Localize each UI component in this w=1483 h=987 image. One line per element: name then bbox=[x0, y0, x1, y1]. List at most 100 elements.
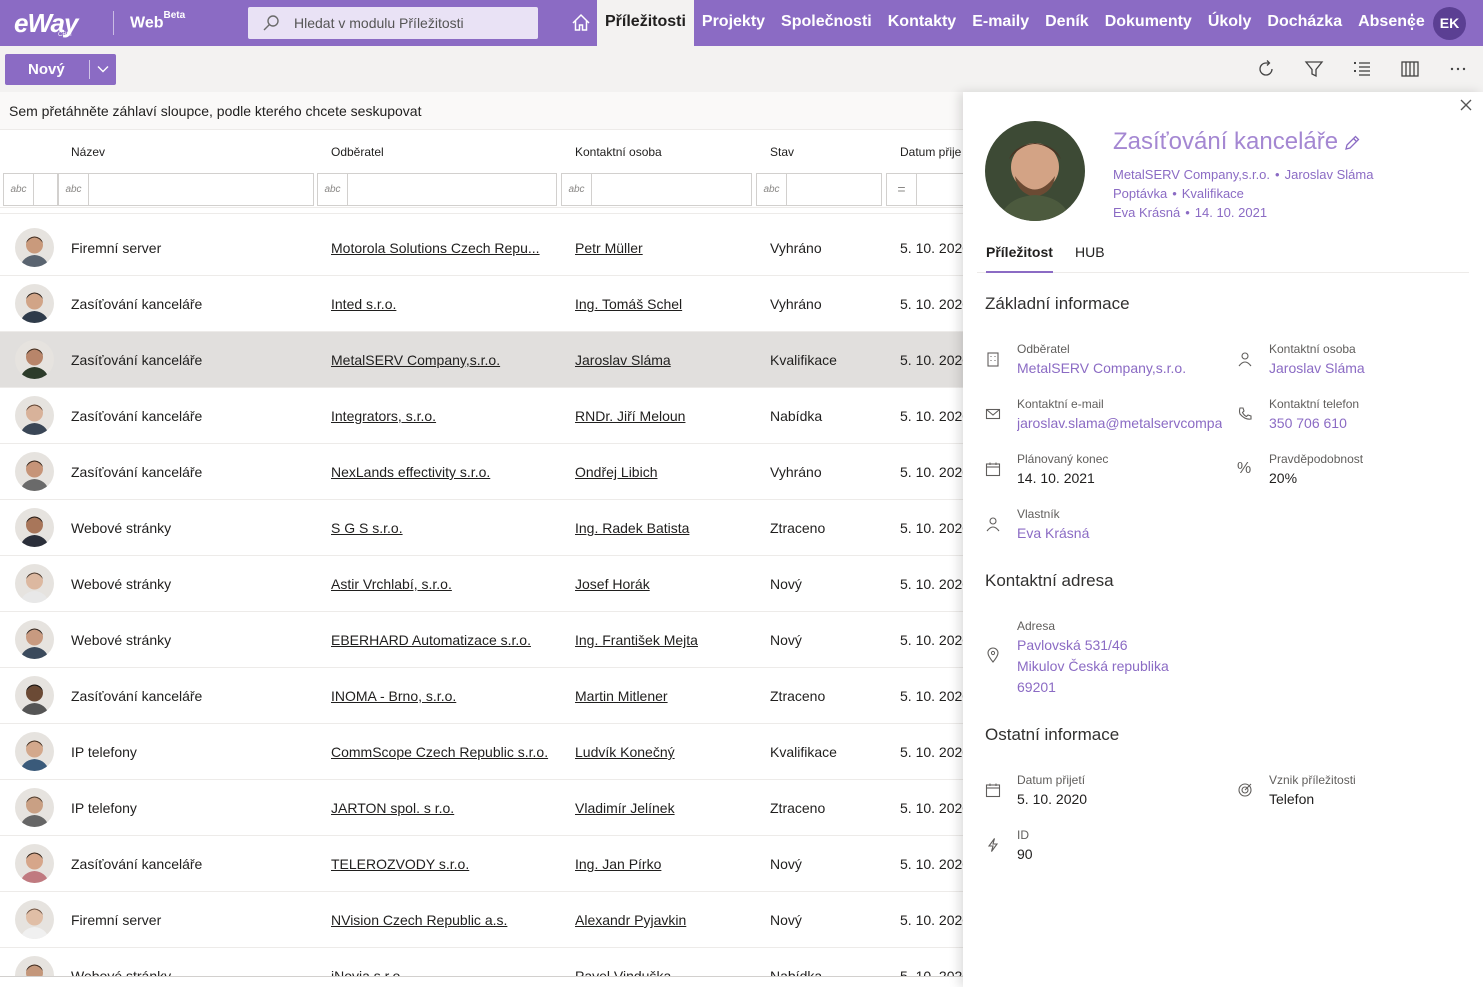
cell-contact-link[interactable]: Ing. František Mejta bbox=[575, 632, 760, 648]
table-row[interactable]: Zasíťování kanceláře NexLands effectivity… bbox=[0, 444, 965, 500]
nav-item-4[interactable]: E-maily bbox=[964, 0, 1037, 46]
address-line-zip[interactable]: 69201 bbox=[1017, 679, 1056, 695]
new-button[interactable]: Nový bbox=[5, 54, 116, 85]
cell-customer-link[interactable]: S G S s.r.o. bbox=[331, 520, 561, 536]
app-logo[interactable]: eWay CRM bbox=[8, 6, 92, 40]
cell-customer-link[interactable]: Inted s.r.o. bbox=[331, 296, 561, 312]
cell-contact-link[interactable]: Ondřej Libich bbox=[575, 464, 760, 480]
cell-contact-link[interactable]: Martin Mitlener bbox=[575, 688, 760, 704]
column-header-state[interactable]: Stav bbox=[770, 145, 794, 159]
table-row[interactable]: Firemní server NVision Czech Republic a.s… bbox=[0, 892, 965, 948]
filter-photo[interactable]: abc bbox=[3, 173, 58, 206]
text-filter-icon: abc bbox=[4, 174, 34, 205]
cell-customer-link[interactable]: EBERHARD Automatizace s.r.o. bbox=[331, 632, 561, 648]
meta-date: 14. 10. 2021 bbox=[1194, 205, 1268, 220]
field-source-value: Telefon bbox=[1269, 791, 1315, 807]
table-row[interactable]: IP telefony CommScope Czech Republic s.r.… bbox=[0, 724, 965, 780]
filter-contact[interactable]: abc bbox=[561, 173, 752, 206]
cell-customer-link[interactable]: NexLands effectivity s.r.o. bbox=[331, 464, 561, 480]
field-owner-value[interactable]: Eva Krásná bbox=[1017, 525, 1222, 541]
filter-date[interactable]: = bbox=[886, 173, 966, 206]
filter-icon[interactable] bbox=[1304, 59, 1324, 79]
table-row[interactable]: Zasíťování kanceláře INOMA - Brno, s.r.o.… bbox=[0, 668, 965, 724]
field-email-value[interactable]: jaroslav.slama@metalservcompany.cz bbox=[1017, 415, 1222, 431]
cell-contact-link[interactable]: Alexandr Pyjavkin bbox=[575, 912, 760, 928]
address-line-street[interactable]: Pavlovská 531/46 bbox=[1017, 637, 1128, 653]
table-row[interactable]: Webové stránky Astir Vrchlabí, s.r.o. Jose… bbox=[0, 556, 965, 612]
cell-contact-link[interactable]: Petr Müller bbox=[575, 240, 760, 256]
nav-item-8[interactable]: Docházka bbox=[1259, 0, 1350, 46]
meta-contact-link[interactable]: Jaroslav Sláma bbox=[1285, 167, 1374, 182]
column-header-date[interactable]: Datum přije bbox=[900, 145, 961, 159]
cell-customer-link[interactable]: TELEROZVODY s.r.o. bbox=[331, 856, 561, 872]
table-row[interactable]: Webové stránky S G S s.r.o. Ing. Radek Bat… bbox=[0, 500, 965, 556]
cell-customer-link[interactable]: iNovia s.r.o. bbox=[331, 968, 561, 976]
group-by-hint[interactable]: Sem přetáhněte záhlaví sloupce, podle kt… bbox=[0, 92, 965, 130]
meta-owner-link[interactable]: Eva Krásná bbox=[1113, 205, 1180, 220]
more-horizontal-icon[interactable] bbox=[1448, 59, 1468, 79]
detail-meta-line-1: MetalSERV Company,s.r.o. • Jaroslav Sláma bbox=[1113, 167, 1373, 182]
table-row[interactable]: Zasíťování kanceláře TELEROZVODY s.r.o. In… bbox=[0, 836, 965, 892]
table-row[interactable]: Zasíťování kanceláře Inted s.r.o. Ing. Tom… bbox=[0, 276, 965, 332]
tab-opportunity[interactable]: Příležitost bbox=[986, 244, 1053, 273]
refresh-icon[interactable] bbox=[1256, 59, 1276, 79]
cell-customer-link[interactable]: MetalSERV Company,s.r.o. bbox=[331, 352, 561, 368]
cell-contact-link[interactable]: Ing. Tomáš Schel bbox=[575, 296, 760, 312]
table-row[interactable]: Webové stránky EBERHARD Automatizace s.r.… bbox=[0, 612, 965, 668]
nav-item-6[interactable]: Dokumenty bbox=[1097, 0, 1200, 46]
chevron-down-icon[interactable] bbox=[96, 62, 110, 76]
table-row[interactable]: IP telefony JARTON spol. s r.o. Vladimír J… bbox=[0, 780, 965, 836]
cell-date: 5. 10. 2020 bbox=[900, 520, 965, 536]
cell-customer-link[interactable]: CommScope Czech Republic s.r.o. bbox=[331, 744, 561, 760]
edit-pencil-icon[interactable] bbox=[1343, 134, 1361, 152]
table-row[interactable] bbox=[0, 208, 965, 214]
tab-hub[interactable]: HUB bbox=[1075, 244, 1105, 260]
column-header-name[interactable]: Název bbox=[71, 145, 105, 159]
home-icon[interactable] bbox=[570, 12, 592, 34]
cell-contact-link[interactable]: Josef Horák bbox=[575, 576, 760, 592]
cell-customer-link[interactable]: JARTON spol. s r.o. bbox=[331, 800, 561, 816]
list-view-icon[interactable] bbox=[1352, 59, 1372, 79]
nav-item-7[interactable]: Úkoly bbox=[1200, 0, 1260, 46]
field-contact-value[interactable]: Jaroslav Sláma bbox=[1269, 360, 1474, 376]
cell-contact-link[interactable]: Ing. Radek Batista bbox=[575, 520, 760, 536]
column-view-icon[interactable] bbox=[1400, 59, 1420, 79]
horizontal-scrollbar[interactable] bbox=[0, 976, 965, 987]
filter-name[interactable]: abc bbox=[58, 173, 314, 206]
more-vertical-icon[interactable]: ⋮ bbox=[1402, 11, 1422, 35]
nav-item-5[interactable]: Deník bbox=[1037, 0, 1097, 46]
cell-state: Ztraceno bbox=[770, 520, 826, 536]
mail-icon bbox=[985, 408, 1001, 420]
cell-contact-link[interactable]: Ludvík Konečný bbox=[575, 744, 760, 760]
column-header-customer[interactable]: Odběratel bbox=[331, 145, 384, 159]
cell-customer-link[interactable]: INOMA - Brno, s.r.o. bbox=[331, 688, 561, 704]
table-row[interactable]: Zasíťování kanceláře MetalSERV Company,s.… bbox=[0, 332, 965, 388]
cell-contact-link[interactable]: Vladimír Jelínek bbox=[575, 800, 760, 816]
search-box[interactable] bbox=[248, 7, 538, 39]
table-row[interactable]: Firemní server Motorola Solutions Czech R… bbox=[0, 220, 965, 276]
field-customer-value[interactable]: MetalSERV Company,s.r.o. bbox=[1017, 360, 1222, 376]
filter-customer[interactable]: abc bbox=[317, 173, 557, 206]
cell-customer-link[interactable]: Astir Vrchlabí, s.r.o. bbox=[331, 576, 561, 592]
field-phone-value[interactable]: 350 706 610 bbox=[1269, 415, 1474, 431]
meta-customer-link[interactable]: MetalSERV Company,s.r.o. bbox=[1113, 167, 1270, 182]
search-input[interactable] bbox=[294, 13, 529, 33]
nav-item-1[interactable]: Projekty bbox=[694, 0, 773, 46]
cell-customer-link[interactable]: NVision Czech Republic a.s. bbox=[331, 912, 561, 928]
close-icon[interactable] bbox=[1459, 98, 1473, 112]
column-header-contact[interactable]: Kontaktní osoba bbox=[575, 145, 662, 159]
user-avatar[interactable]: EK bbox=[1433, 7, 1466, 40]
cell-customer-link[interactable]: Motorola Solutions Czech Repu... bbox=[331, 240, 561, 256]
cell-contact-link[interactable]: Jaroslav Sláma bbox=[575, 352, 760, 368]
filter-state[interactable]: abc bbox=[756, 173, 882, 206]
cell-contact-link[interactable]: Pavel Vinduška bbox=[575, 968, 760, 976]
nav-item-0[interactable]: Příležitosti bbox=[597, 0, 694, 46]
cell-customer-link[interactable]: Integrators, s.r.o. bbox=[331, 408, 561, 424]
cell-contact-link[interactable]: RNDr. Jiří Meloun bbox=[575, 408, 760, 424]
nav-item-2[interactable]: Společnosti bbox=[773, 0, 880, 46]
cell-contact-link[interactable]: Ing. Jan Pírko bbox=[575, 856, 760, 872]
address-line-city[interactable]: Mikulov Česká republika bbox=[1017, 658, 1169, 674]
nav-item-3[interactable]: Kontakty bbox=[880, 0, 964, 46]
table-row[interactable]: Zasíťování kanceláře Integrators, s.r.o. R… bbox=[0, 388, 965, 444]
table-row[interactable]: Webové stránky iNovia s.r.o. Pavel Vindušk… bbox=[0, 948, 965, 976]
